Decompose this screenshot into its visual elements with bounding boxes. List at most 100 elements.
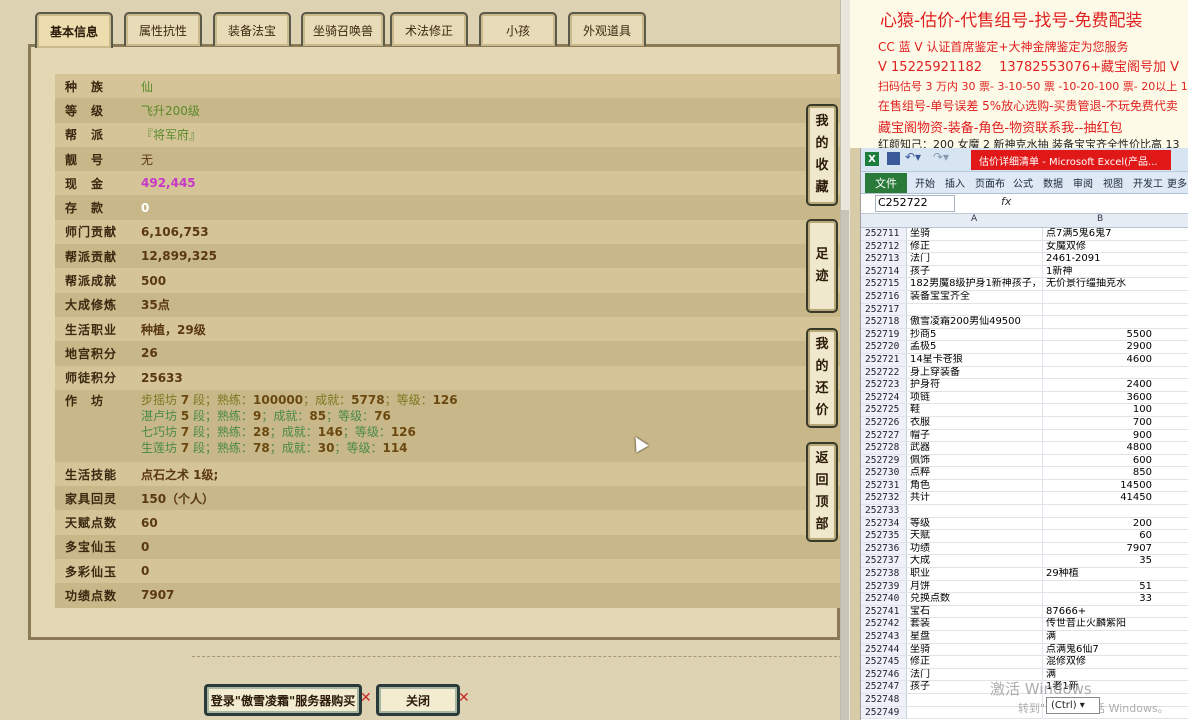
cell-b[interactable] xyxy=(1043,291,1155,303)
row-number[interactable]: 252739 xyxy=(861,580,907,593)
cell-a[interactable]: 身上穿装备 xyxy=(907,366,1043,379)
ribbon-tab-insert[interactable]: 插入 xyxy=(945,175,965,190)
cell-a[interactable]: 修正 xyxy=(907,240,1043,253)
row-number[interactable]: 252717 xyxy=(861,303,907,316)
row-number[interactable]: 252730 xyxy=(861,467,907,479)
cell-b[interactable]: 35 xyxy=(1043,555,1155,567)
cell-b[interactable]: 900 xyxy=(1043,430,1155,442)
footprint-button[interactable]: 足迹 xyxy=(806,219,838,313)
row-number[interactable]: 252726 xyxy=(861,416,907,429)
row-number[interactable]: 252731 xyxy=(861,479,907,492)
ribbon-tab-more[interactable]: 更多 xyxy=(1167,175,1187,190)
cell-b[interactable]: 7907 xyxy=(1043,543,1155,555)
cell-a[interactable]: 坐骑 xyxy=(907,643,1043,656)
row-number[interactable]: 252742 xyxy=(861,618,907,630)
tab-basic-info[interactable]: 基本信息 xyxy=(35,12,113,48)
cell-a[interactable]: 月饼 xyxy=(907,580,1043,593)
row-number[interactable]: 252716 xyxy=(861,290,907,303)
cell-b[interactable]: 29种植 xyxy=(1043,568,1155,580)
cell-b[interactable]: 传世音止火麟紫阳 xyxy=(1043,618,1155,630)
cell-b[interactable] xyxy=(1043,367,1155,379)
row-number[interactable]: 252722 xyxy=(861,366,907,379)
cell-a[interactable]: 法门 xyxy=(907,253,1043,265)
cell-a[interactable]: 功绩 xyxy=(907,542,1043,555)
row-number[interactable]: 252727 xyxy=(861,429,907,442)
row-number[interactable]: 252746 xyxy=(861,668,907,681)
cell-b[interactable]: 1新神 xyxy=(1043,266,1155,278)
undo-icon[interactable]: ↶▾ xyxy=(905,150,921,164)
cell-a[interactable]: 傲雪凌霜200男仙49500 xyxy=(907,316,1043,328)
cell-b[interactable]: 3600 xyxy=(1043,392,1155,404)
row-number[interactable]: 252712 xyxy=(861,240,907,253)
ribbon-tab-view[interactable]: 视图 xyxy=(1103,175,1123,190)
cell-a[interactable]: 星盘 xyxy=(907,631,1043,643)
cell-a[interactable]: 衣服 xyxy=(907,416,1043,429)
cell-a[interactable]: 装备宝宝齐全 xyxy=(907,290,1043,303)
row-number[interactable]: 252721 xyxy=(861,353,907,366)
cell-b[interactable]: 51 xyxy=(1043,581,1155,593)
row-number[interactable]: 252714 xyxy=(861,265,907,278)
cell-b[interactable]: 850 xyxy=(1043,467,1155,479)
row-number[interactable]: 252749 xyxy=(861,706,907,719)
back-to-top-button[interactable]: 返回顶部 xyxy=(806,442,838,542)
ribbon-tab-home[interactable]: 开始 xyxy=(915,175,935,190)
row-number[interactable]: 252728 xyxy=(861,442,907,454)
cell-a[interactable]: 大成 xyxy=(907,555,1043,568)
close-button[interactable]: 关闭 xyxy=(376,684,460,716)
ribbon-tab-page-layout[interactable]: 页面布 xyxy=(975,175,1005,190)
ribbon-tab-review[interactable]: 审阅 xyxy=(1073,175,1093,190)
row-number[interactable]: 252741 xyxy=(861,605,907,618)
cell-b[interactable]: 14500 xyxy=(1043,480,1155,492)
column-header-b[interactable]: B xyxy=(1097,214,1103,224)
cell-b[interactable] xyxy=(1043,505,1155,517)
ribbon-tab-data[interactable]: 数据 xyxy=(1043,175,1063,190)
row-number[interactable]: 252747 xyxy=(861,681,907,693)
cell-a[interactable]: 坐骑 xyxy=(907,228,1043,240)
row-number[interactable]: 252745 xyxy=(861,656,907,668)
row-number[interactable]: 252732 xyxy=(861,492,907,505)
row-number[interactable]: 252725 xyxy=(861,404,907,416)
row-number[interactable]: 252729 xyxy=(861,454,907,467)
cell-a[interactable]: 修正 xyxy=(907,656,1043,668)
row-number[interactable]: 252724 xyxy=(861,391,907,404)
cell-a[interactable]: 护身符 xyxy=(907,379,1043,391)
fx-icon[interactable]: fx xyxy=(1001,195,1011,208)
cell-b[interactable]: 60 xyxy=(1043,530,1155,542)
cell-a[interactable]: 等级 xyxy=(907,517,1043,530)
tab-equipment[interactable]: 装备法宝 xyxy=(213,12,291,46)
close-x-icon[interactable]: ✕ xyxy=(458,690,470,706)
cell-a[interactable]: 孩子 xyxy=(907,265,1043,278)
cell-a[interactable]: 佩饰 xyxy=(907,454,1043,467)
cell-b[interactable]: 4600 xyxy=(1043,354,1155,366)
cell-a[interactable] xyxy=(907,505,1043,517)
tab-children[interactable]: 小孩 xyxy=(479,12,557,46)
cell-a[interactable]: 孟极5 xyxy=(907,341,1043,353)
ribbon-tab-file[interactable]: 文件 xyxy=(865,173,907,193)
cell-a[interactable]: 天赋 xyxy=(907,530,1043,542)
my-bargain-button[interactable]: 我的还价 xyxy=(806,328,838,428)
cell-b[interactable]: 33 xyxy=(1043,593,1155,605)
cell-b[interactable]: 87666+ xyxy=(1043,606,1155,618)
cell-b[interactable]: 点满鬼6仙7 xyxy=(1043,644,1155,656)
cell-b[interactable]: 女魔双修 xyxy=(1043,241,1155,253)
cell-a[interactable]: 鞋 xyxy=(907,404,1043,416)
tab-spell-correction[interactable]: 术法修正 xyxy=(390,12,468,46)
scrollbar-thumb[interactable] xyxy=(841,210,849,720)
cell-a[interactable]: 职业 xyxy=(907,568,1043,580)
cell-b[interactable]: 混修双修 xyxy=(1043,656,1155,668)
cell-a[interactable]: 14星卡苍狼 xyxy=(907,353,1043,366)
column-header-a[interactable]: A xyxy=(971,214,977,224)
cell-b[interactable] xyxy=(1043,304,1155,316)
cell-b[interactable]: 41450 xyxy=(1043,492,1155,504)
my-favorites-button[interactable]: 我的收藏 xyxy=(806,104,838,206)
cell-a[interactable]: 点粹 xyxy=(907,467,1043,479)
cell-b[interactable]: 600 xyxy=(1043,455,1155,467)
close-x-icon[interactable]: ✕ xyxy=(360,690,372,706)
excel-icon[interactable]: X xyxy=(865,152,879,166)
cell-a[interactable]: 抄商5 xyxy=(907,328,1043,341)
row-number[interactable]: 252713 xyxy=(861,253,907,265)
save-icon[interactable] xyxy=(887,152,900,165)
cell-a[interactable]: 兑换点数 xyxy=(907,593,1043,605)
row-number[interactable]: 252718 xyxy=(861,316,907,328)
paste-options-button[interactable]: (Ctrl) ▾ xyxy=(1046,697,1100,714)
